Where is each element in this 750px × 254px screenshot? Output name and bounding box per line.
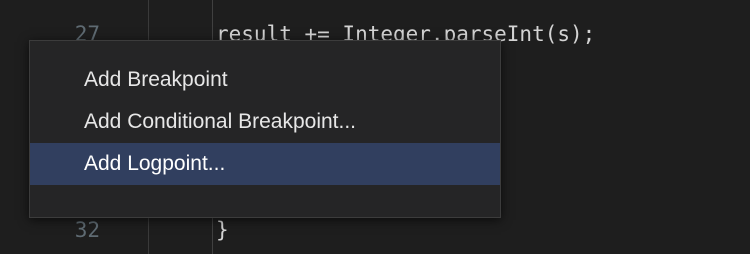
code-line-32[interactable]: } bbox=[216, 216, 229, 244]
breakpoint-context-menu: Add Breakpoint Add Conditional Breakpoin… bbox=[29, 40, 501, 218]
menu-item-add-conditional-breakpoint[interactable]: Add Conditional Breakpoint... bbox=[30, 101, 500, 143]
line-number-32[interactable]: 32 bbox=[60, 216, 100, 244]
code-editor[interactable]: 27 32 result += Integer.parseInt(s); } A… bbox=[0, 0, 750, 254]
menu-item-add-breakpoint[interactable]: Add Breakpoint bbox=[30, 59, 500, 101]
menu-item-add-logpoint[interactable]: Add Logpoint... bbox=[30, 143, 500, 185]
